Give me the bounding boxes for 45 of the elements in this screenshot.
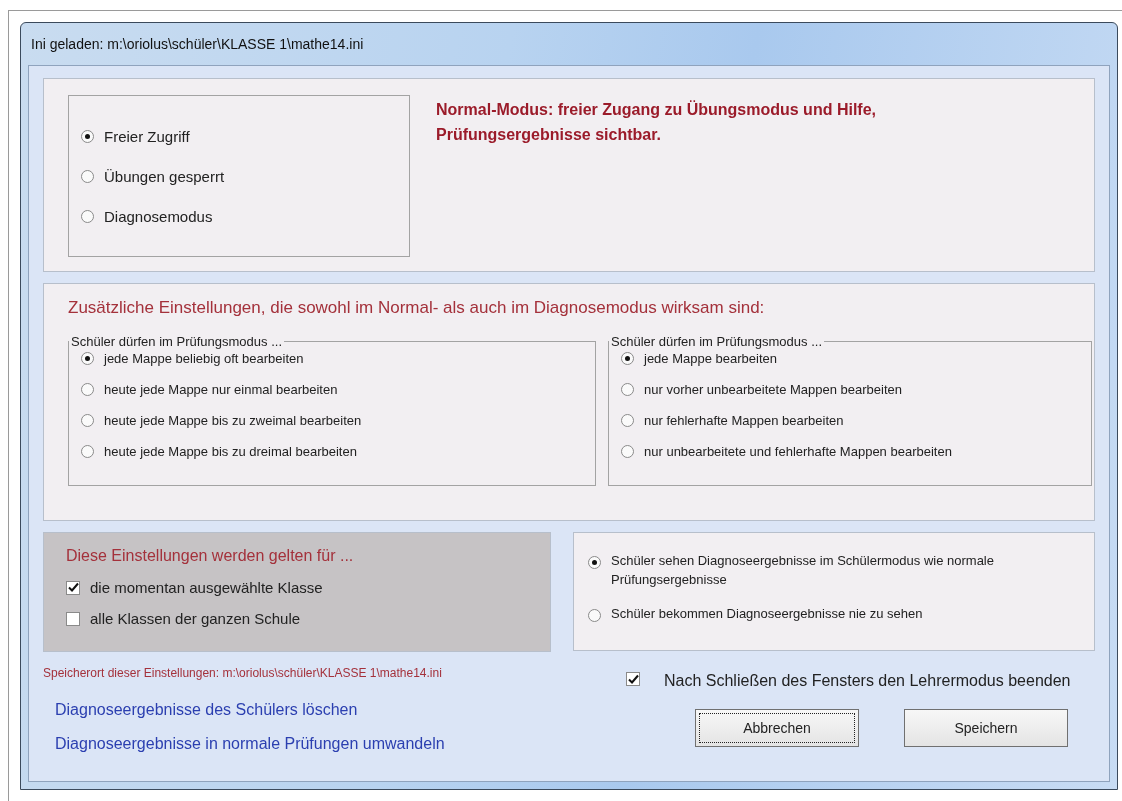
mode-description: Normal-Modus: freier Zugang zu Übungsmodus und Hilfe, Prüfungsergebnisse sichtbar. — [436, 99, 877, 145]
checkmark-icon — [627, 673, 639, 685]
window-title: Ini geladen: m:\oriolus\schüler\KLASSE 1\mathe14.ini — [30, 35, 365, 54]
radio-button[interactable] — [81, 445, 94, 458]
option-label: heute jede Mappe nur einmal bearbeiten — [104, 382, 338, 397]
checkbox[interactable] — [66, 580, 80, 595]
radio-button[interactable] — [81, 352, 94, 365]
group-legend: Schüler dürfen im Prüfungsmodus ... — [609, 334, 824, 349]
radio-button[interactable] — [621, 352, 634, 365]
option-label: Schüler bekommen Diagnoseergebnisse nie zu sehen — [611, 605, 923, 623]
option-label: nur fehlerhafte Mappen bearbeiten — [644, 413, 844, 428]
radio-button[interactable] — [621, 383, 634, 396]
action-link[interactable]: Diagnoseergebnisse des Schülers löschen — [55, 701, 358, 719]
option-label: Diagnosemodus — [104, 207, 213, 225]
radio-button[interactable] — [81, 169, 94, 183]
storage-path: Speicherort dieser Einstellungen: m:\oriolus\schüler\KLASSE 1\mathe14.ini — [43, 665, 443, 682]
dialog-button[interactable]: Abbrechen — [695, 709, 859, 747]
radio-button[interactable] — [621, 445, 634, 458]
option-label: heute jede Mappe bis zu zweimal bearbeiten — [104, 413, 362, 428]
checkbox[interactable] — [66, 611, 80, 626]
radio-button[interactable] — [621, 414, 634, 427]
option-label: Übungen gesperrt — [104, 167, 225, 185]
radio-button[interactable] — [81, 129, 94, 143]
option-label: die momentan ausgewählte Klasse — [90, 579, 323, 596]
radio-button[interactable] — [81, 414, 94, 427]
option-label: jede Mappe beliebig oft bearbeiten — [104, 351, 304, 366]
checkmark-icon — [67, 582, 79, 593]
option-label: nur vorher unbearbeitete Mappen bearbeiten — [644, 382, 902, 397]
option-label: jede Mappe bearbeiten — [644, 351, 777, 366]
scope-heading: Diese Einstellungen werden gelten für ... — [66, 547, 355, 565]
option-label: heute jede Mappe bis zu dreimal bearbeiten — [104, 444, 357, 459]
radio-button[interactable] — [81, 209, 94, 223]
option-label: Nach Schließen des Fensters den Lehrermodus beenden — [664, 671, 1072, 691]
option-label: nur unbearbeitete und fehlerhafte Mappen bearbeiten — [644, 444, 952, 459]
settings-heading: Zusätzliche Einstellungen, die sowohl im Normal- als auch im Diagnosemodus wirksam sind: — [68, 298, 766, 318]
radio-button[interactable] — [588, 609, 601, 622]
option-label: Schüler sehen Diagnoseergebnisse im Schülermodus wie normale Prüfungsergebnisse — [611, 552, 995, 589]
dialog-button[interactable]: Speichern — [904, 709, 1068, 747]
checkbox[interactable] — [626, 672, 640, 686]
radio-button[interactable] — [81, 383, 94, 396]
option-label: alle Klassen der ganzen Schule — [90, 610, 301, 627]
group-legend: Schüler dürfen im Prüfungsmodus ... — [69, 334, 284, 349]
action-link[interactable]: Diagnoseergebnisse in normale Prüfungen umwandeln — [55, 735, 445, 753]
radio-button[interactable] — [588, 556, 601, 569]
option-label: Freier Zugriff — [104, 127, 190, 145]
